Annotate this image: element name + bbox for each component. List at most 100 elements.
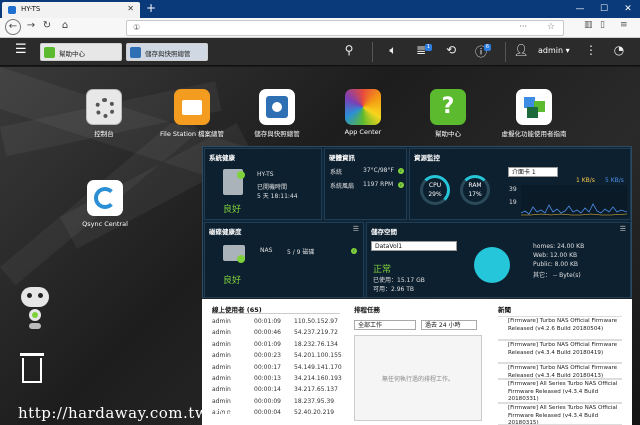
dashboard-icon[interactable]: ◔ <box>610 43 628 57</box>
qboost-robot-icon[interactable] <box>19 283 51 331</box>
site-info-icon[interactable]: ① <box>133 23 140 32</box>
library-icon[interactable]: ▥ <box>584 20 593 30</box>
new-tab-button[interactable]: + <box>146 1 156 15</box>
table-row: admin 00:00:46 54.237.219.72 <box>212 329 342 339</box>
user-cell-user: admin <box>212 386 231 394</box>
external-devices-icon[interactable]: ⟲ <box>442 43 460 57</box>
widget-title: 資源監控 <box>414 154 440 162</box>
disk-status: 良好 <box>223 276 242 286</box>
storage-pie-icon <box>474 247 510 283</box>
resource-monitor-widget: 資源監控 CPU 29% RAM 17% 介面卡 1 1 KB/s 5 KB/s… <box>409 148 631 220</box>
news-item[interactable]: [Firmware] Turbo NAS Official Firmware R… <box>498 316 622 340</box>
main-menu-icon[interactable]: ☰ <box>15 42 27 57</box>
user-cell-time: 00:00:04 <box>254 409 281 417</box>
ram-label: RAM <box>468 182 482 189</box>
user-cell-time: 00:01:09 <box>254 340 281 348</box>
news-link[interactable]: [Firmware] All Series Turbo NAS Official… <box>508 381 620 402</box>
forward-arrow-icon[interactable]: → <box>24 20 38 31</box>
divider <box>372 42 373 62</box>
desktop-icon-label: App Center <box>344 128 382 136</box>
share-usage: 其它： -- Byte(s) <box>533 272 581 279</box>
tab-title: HY-TS <box>21 5 41 13</box>
bookmark-star-icon[interactable]: ☆ <box>547 22 555 32</box>
share-usage: Public: 8.00 KB <box>533 261 579 268</box>
table-row: admin 00:01:09 110.50.152.97 <box>212 318 342 328</box>
user-cell-ip: 54.149.141.170 <box>294 363 342 371</box>
more-options-icon[interactable]: ⋮ <box>582 43 600 57</box>
table-row: admin 00:01:09 18.232.76.134 <box>212 341 342 351</box>
disk-health-widget: 磁碟健康度 ☰ NAS 5 / 9 磁碟 ✓ 良好 <box>204 222 364 298</box>
desktop-icon-label: 虛擬化功能使用者指南 <box>501 130 567 138</box>
close-window-icon[interactable]: ✕ <box>616 0 640 18</box>
cpu-label: CPU <box>428 182 442 189</box>
user-cell-user: admin <box>212 329 231 337</box>
ram-value: 17% <box>468 191 482 198</box>
news-item[interactable]: [Firmware] Turbo NAS Official Firmware R… <box>498 340 622 363</box>
news-link[interactable]: [Firmware] Turbo NAS Official Firmware R… <box>508 318 620 333</box>
user-cell-time: 00:00:46 <box>254 329 281 337</box>
browser-tab[interactable]: HY-TS ✕ <box>2 2 140 18</box>
news-link[interactable]: [Firmware] Turbo NAS Official Firmware R… <box>508 365 620 378</box>
taskbar-tab-label: 幫助中心 <box>59 50 85 58</box>
minimize-icon[interactable]: — <box>568 0 592 18</box>
maximize-icon[interactable]: ☐ <box>592 0 616 18</box>
user-cell-ip: 52.40.20.219 <box>294 409 335 417</box>
news-link[interactable]: [Firmware] Turbo NAS Official Firmware R… <box>508 342 620 357</box>
user-cell-ip: 34.214.160.193 <box>294 375 342 382</box>
control-panel-icon[interactable] <box>86 89 122 125</box>
volume-select[interactable]: DataVol1 <box>371 241 457 251</box>
help-icon <box>44 47 55 58</box>
storage-icon[interactable] <box>259 89 295 125</box>
check-icon <box>237 255 245 263</box>
reload-icon[interactable]: ↻ <box>40 20 54 31</box>
user-icon[interactable]: 👤︎ <box>512 43 530 57</box>
widget-menu-icon[interactable]: ☰ <box>353 225 359 233</box>
trash-icon[interactable] <box>20 353 44 383</box>
taskbar-tab-help[interactable]: 幫助中心 <box>40 43 122 61</box>
app-grid-icon[interactable] <box>345 89 381 125</box>
tab-close-icon[interactable]: ✕ <box>127 4 134 13</box>
task-filter-select[interactable]: 全部工作 <box>354 320 416 330</box>
check-icon <box>237 171 245 179</box>
page-actions-icon[interactable]: ··· <box>519 22 527 31</box>
upload-rate: 1 KB/s <box>576 177 595 184</box>
desktop-icon-label: 儲存與快照總管 <box>254 130 300 138</box>
watermark-text: http://hardaway.com.tw/blog/ <box>18 404 255 422</box>
folder-icon[interactable] <box>174 89 210 125</box>
virtual-cube-icon[interactable] <box>516 89 552 125</box>
scheduled-list: 無任何執行過的排程工作。 <box>354 335 482 421</box>
news-item[interactable]: [Firmware] Turbo NAS Official Firmware R… <box>498 363 622 379</box>
back-arrow-icon[interactable]: ← <box>5 19 21 35</box>
widget-title: 系統健康 <box>209 154 235 162</box>
used-space: 已使用：15.17 GB <box>373 277 425 284</box>
scheduled-title: 排程任務 <box>354 306 380 314</box>
user-cell-user: admin <box>212 318 231 325</box>
nic-select[interactable]: 介面卡 1 <box>508 167 558 177</box>
browser-menu-icon[interactable]: ≡ <box>620 20 628 30</box>
user-cell-time: 00:00:09 <box>254 397 281 405</box>
time-filter-select[interactable]: 過去 24 小時 <box>421 320 477 330</box>
sidebar-icon[interactable]: ▯ <box>600 20 605 30</box>
cpu-value: 29% <box>428 191 442 198</box>
address-bar[interactable]: ① ··· ☆ <box>126 20 564 36</box>
widget-menu-icon[interactable]: ☰ <box>620 225 626 233</box>
table-row: admin 00:00:14 34.217.65.137 <box>212 386 342 396</box>
empty-message: 無任何執行過的排程工作。 <box>381 376 454 383</box>
user-cell-ip: 54.237.219.72 <box>294 329 338 337</box>
home-icon[interactable]: ⌂ <box>58 20 72 31</box>
user-cell-ip: 54.201.100.155 <box>294 352 342 360</box>
cpu-gauge: CPU 29% <box>420 175 450 205</box>
search-icon[interactable]: ⚲ <box>340 43 358 57</box>
check-icon: ✓ <box>398 168 404 174</box>
news-link[interactable]: [Firmware] All Series Turbo NAS Official… <box>508 405 620 424</box>
storage-icon <box>130 47 141 58</box>
uptime-label: 已開機時間 <box>257 184 288 191</box>
help-icon[interactable]: ? <box>430 89 466 125</box>
user-cell-time: 00:00:17 <box>254 363 281 371</box>
taskbar-tab-storage[interactable]: 儲存與快照總管 <box>126 43 208 61</box>
news-item[interactable]: [Firmware] All Series Turbo NAS Official… <box>498 379 622 403</box>
volume-icon[interactable]: 🔈︎ <box>384 43 402 58</box>
user-menu[interactable]: admin ▾ <box>538 46 570 55</box>
sync-icon[interactable] <box>87 180 123 216</box>
news-item[interactable]: [Firmware] All Series Turbo NAS Official… <box>498 403 622 425</box>
